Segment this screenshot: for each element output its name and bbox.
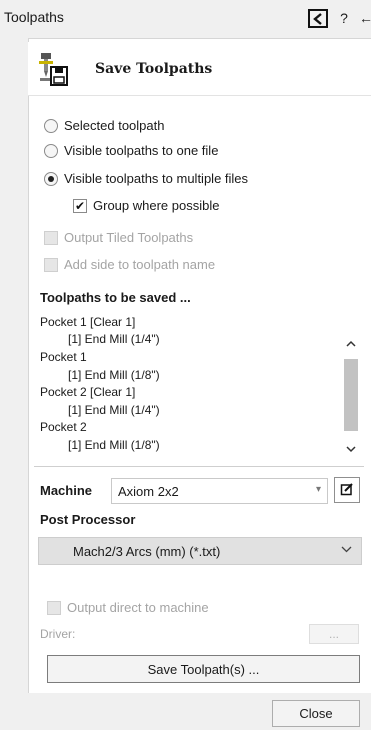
edit-icon [340, 482, 354, 499]
save-toolpath-icon [38, 52, 68, 86]
collapse-panel-icon[interactable] [308, 9, 328, 28]
radio-button[interactable] [44, 118, 58, 133]
panel-header: Save Toolpaths [28, 42, 371, 96]
checkbox[interactable] [44, 230, 58, 245]
save-toolpaths-button[interactable]: Save Toolpath(s) ... [47, 655, 360, 683]
checkbox-output-tiled[interactable]: Output Tiled Toolpaths [44, 230, 193, 245]
machine-select[interactable]: Axiom 2x2 ▾ [111, 478, 328, 504]
list-item[interactable]: [1] End Mill (1/8") [68, 438, 160, 452]
radio-button[interactable] [44, 171, 58, 186]
checkbox-group-where-possible[interactable]: ✔ Group where possible [73, 198, 219, 213]
pin-icon[interactable]: ← [360, 7, 371, 29]
checkbox[interactable] [47, 600, 61, 615]
list-scrollbar[interactable] [342, 335, 360, 459]
help-icon[interactable]: ? [336, 7, 352, 29]
checkbox[interactable]: ✔ [73, 198, 87, 213]
checkbox-label: Output Tiled Toolpaths [64, 230, 194, 245]
scroll-thumb[interactable] [344, 359, 358, 431]
radio-button[interactable] [44, 143, 58, 158]
checkbox-label: Group where possible [93, 198, 220, 213]
list-item[interactable]: [1] End Mill (1/4") [68, 403, 160, 417]
edit-machine-button[interactable] [334, 477, 360, 503]
list-item[interactable]: Pocket 1 [Clear 1] [40, 315, 135, 329]
toolpaths-list[interactable]: Pocket 1 [Clear 1] [1] End Mill (1/4") P… [38, 313, 364, 461]
radio-label: Visible toolpaths to multiple files [64, 171, 249, 186]
radio-visible-multiple-files[interactable]: Visible toolpaths to multiple files [44, 171, 248, 186]
list-item[interactable]: Pocket 1 [40, 350, 87, 364]
radio-label: Visible toolpaths to one file [64, 143, 219, 158]
list-item[interactable]: Pocket 2 [Clear 1] [40, 385, 135, 399]
checkbox-label: Add side to toolpath name [64, 257, 216, 272]
driver-label: Driver: [40, 627, 76, 641]
checkbox-add-side[interactable]: Add side to toolpath name [44, 257, 215, 272]
panel-titlebar: Toolpaths ? ← [0, 0, 371, 34]
post-processor-label: Post Processor [40, 512, 136, 527]
divider [34, 466, 364, 467]
post-processor-select[interactable]: Mach2/3 Arcs (mm) (*.txt) [38, 537, 362, 565]
panel-title: Toolpaths [4, 9, 64, 25]
radio-selected-toolpath[interactable]: Selected toolpath [44, 118, 164, 133]
machine-label: Machine [40, 483, 93, 498]
scroll-up-icon[interactable] [342, 335, 360, 351]
chevron-down-icon [341, 544, 352, 556]
page-title: Save Toolpaths [95, 61, 213, 77]
close-button[interactable]: Close [272, 700, 360, 727]
scroll-down-icon[interactable] [342, 441, 360, 457]
radio-visible-one-file[interactable]: Visible toolpaths to one file [44, 143, 218, 158]
list-item[interactable]: [1] End Mill (1/8") [68, 368, 160, 382]
toolpaths-list-title: Toolpaths to be saved ... [40, 290, 191, 305]
list-item[interactable]: Pocket 2 [40, 420, 87, 434]
list-item[interactable]: [1] End Mill (1/4") [68, 332, 160, 346]
checkbox-output-direct[interactable]: Output direct to machine [47, 600, 209, 615]
post-processor-value: Mach2/3 Arcs (mm) (*.txt) [73, 543, 221, 559]
machine-value: Axiom 2x2 [118, 483, 179, 499]
checkbox[interactable] [44, 257, 58, 272]
radio-label: Selected toolpath [64, 118, 165, 133]
chevron-down-icon: ▾ [315, 484, 321, 495]
checkbox-label: Output direct to machine [67, 600, 209, 615]
driver-browse-button[interactable]: ... [309, 624, 359, 644]
